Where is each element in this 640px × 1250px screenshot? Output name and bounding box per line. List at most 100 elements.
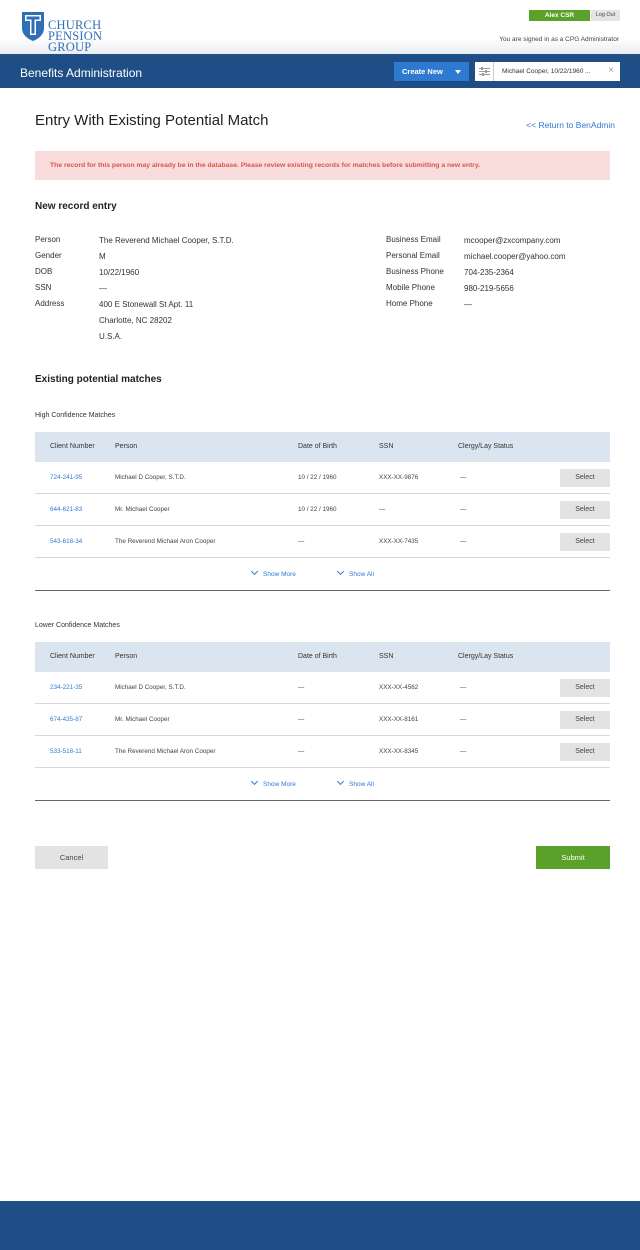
show-more-link[interactable]: Show More [250,559,296,591]
person-cell: The Reverend Michael Aron Cooper [115,748,216,755]
person-cell: Mr. Michael Cooper [115,506,170,513]
select-button[interactable]: Select [560,711,610,729]
client-number-link[interactable]: 533-518-11 [50,736,82,768]
business-email-value: mcooper@zxcompany.com [464,236,561,245]
church-pension-group-logo[interactable]: CHURCH PENSION GROUP [20,10,140,53]
filter-button[interactable] [475,62,494,81]
page-title: Entry With Existing Potential Match [35,112,269,129]
col-dob[interactable]: Date of Birth [298,642,337,672]
address-line-2: Charlotte, NC 28202 [99,316,172,325]
chevron-down-icon [250,567,259,576]
col-dob[interactable]: Date of Birth [298,432,337,462]
create-new-button[interactable]: Create New [394,62,469,81]
gender-label: Gender [35,251,62,260]
address-label: Address [35,299,65,308]
status-cell: — [460,538,467,545]
table-footer: Show More Show All [35,559,610,591]
lower-confidence-title: Lower Confidence Matches [35,622,120,629]
dob-label: DOB [35,267,53,276]
high-confidence-title: High Confidence Matches [35,412,116,419]
table-row: 543-618-34 The Reverend Michael Aron Coo… [35,526,610,558]
col-client-number[interactable]: Client Number [50,642,95,672]
select-button[interactable]: Select [560,469,610,487]
person-cell: The Reverend Michael Aron Cooper [115,538,216,545]
select-button[interactable]: Select [560,501,610,519]
signed-in-text: You are signed in as a CPG Administrator [499,36,619,43]
chevron-down-icon [250,777,259,786]
col-status[interactable]: Clergy/Lay Status [458,432,513,462]
top-header: CHURCH PENSION GROUP Alex CSR Log Out Yo… [0,0,640,54]
client-number-link[interactable]: 674-435-87 [50,704,82,736]
cancel-button[interactable]: Cancel [35,846,108,869]
person-label: Person [35,235,61,244]
ssn-cell: — [379,506,386,513]
gender-value: M [99,252,106,261]
search-input[interactable]: Michael Cooper, 10/22/1960 ... × [494,62,620,81]
shield-cross-icon [22,12,44,41]
ssn-cell: XXX-XX-8345 [379,748,419,755]
nav-bar: Benefits Administration Create New Micha… [0,54,640,88]
ssn-cell: XXX-XX-9876 [379,474,419,481]
mobile-phone-label: Mobile Phone [386,283,435,292]
create-new-label: Create New [402,67,443,76]
client-number-link[interactable]: 724-241-95 [50,462,82,494]
new-record-title: New record entry [35,201,117,212]
person-cell: Mr. Michael Cooper [115,716,170,723]
col-ssn[interactable]: SSN [379,432,393,462]
lower-confidence-table: Client Number Person Date of Birth SSN C… [35,642,610,801]
select-button[interactable]: Select [560,679,610,697]
sliders-icon [479,67,490,76]
logo-text: CHURCH PENSION GROUP [48,19,140,54]
show-all-label: Show All [349,781,374,788]
chevron-down-icon [336,777,345,786]
search-value: Michael Cooper, 10/22/1960 ... [502,68,591,75]
table-row: 724-241-95 Michael D Cooper, S.T.D. 10 /… [35,462,610,494]
address-line-3: U.S.A. [99,332,123,341]
col-ssn[interactable]: SSN [379,642,393,672]
dob-value: 10/22/1960 [99,268,140,277]
client-number-link[interactable]: 234-221-35 [50,672,82,704]
ssn-cell: XXX-XX-4562 [379,684,419,691]
logout-button[interactable]: Log Out [591,10,620,21]
show-more-label: Show More [263,781,296,788]
mobile-phone-value: 980-219-5656 [464,284,514,293]
status-cell: — [460,748,467,755]
personal-email-value: michael.cooper@yahoo.com [464,252,566,261]
dob-cell: — [298,684,305,691]
show-more-link[interactable]: Show More [250,769,296,801]
personal-email-label: Personal Email [386,251,440,260]
client-number-link[interactable]: 644-621-83 [50,494,82,526]
clear-search-icon[interactable]: × [608,62,614,80]
status-cell: — [460,716,467,723]
home-phone-value: — [464,300,472,309]
show-all-label: Show All [349,571,374,578]
person-cell: Michael D Cooper, S.T.D. [115,684,186,691]
table-row: 674-435-87 Mr. Michael Cooper — XXX-XX-8… [35,704,610,736]
table-row: 533-518-11 The Reverend Michael Aron Coo… [35,736,610,768]
dob-cell: 10 / 22 / 1960 [298,506,337,513]
business-phone-label: Business Phone [386,267,444,276]
user-menu-button[interactable]: Alex CSR [529,10,590,21]
select-button[interactable]: Select [560,743,610,761]
table-row: 234-221-35 Michael D Cooper, S.T.D. — XX… [35,672,610,704]
high-confidence-table: Client Number Person Date of Birth SSN C… [35,432,610,591]
app-title[interactable]: Benefits Administration [20,66,142,80]
col-client-number[interactable]: Client Number [50,432,95,462]
show-all-link[interactable]: Show All [336,559,374,591]
caret-down-icon [455,70,461,74]
col-person[interactable]: Person [115,642,137,672]
show-all-link[interactable]: Show All [336,769,374,801]
select-button[interactable]: Select [560,533,610,551]
client-number-link[interactable]: 543-618-34 [50,526,82,558]
return-to-benadmin-link[interactable]: << Return to BenAdmin [526,120,615,130]
submit-button[interactable]: Submit [536,846,610,869]
status-cell: — [460,506,467,513]
col-person[interactable]: Person [115,432,137,462]
table-footer: Show More Show All [35,769,610,801]
existing-matches-title: Existing potential matches [35,374,162,385]
logo-line-2: PENSION GROUP [48,29,103,54]
chevron-down-icon [336,567,345,576]
table-row: 644-621-83 Mr. Michael Cooper 10 / 22 / … [35,494,610,526]
col-status[interactable]: Clergy/Lay Status [458,642,513,672]
business-phone-value: 704-235-2364 [464,268,514,277]
